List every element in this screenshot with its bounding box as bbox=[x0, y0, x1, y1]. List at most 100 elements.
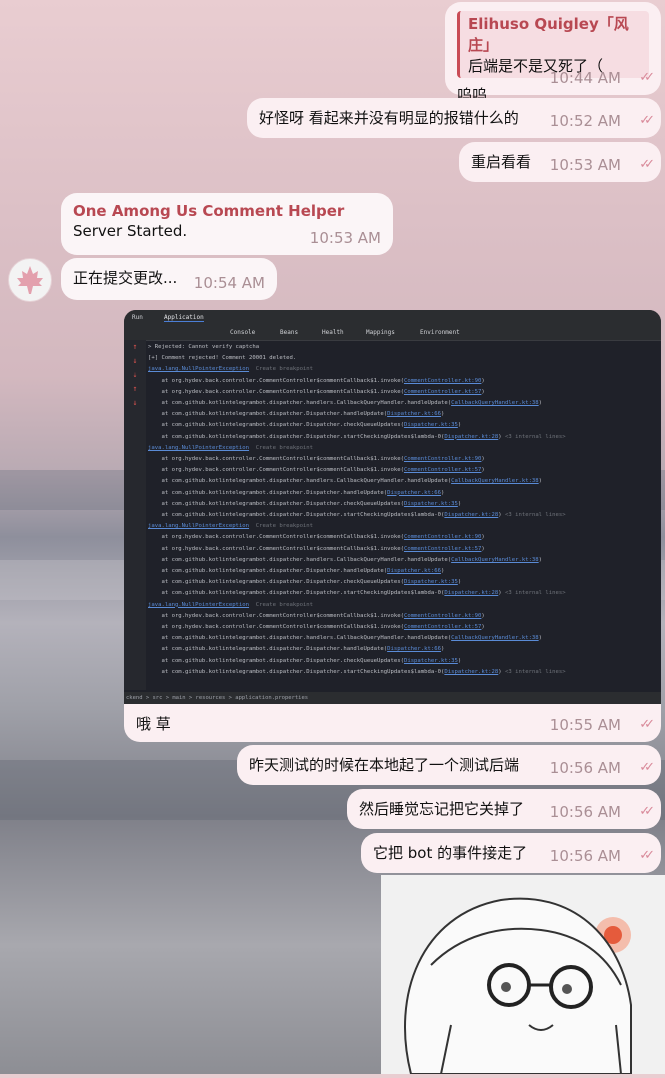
source-link[interactable]: CommentController.kt:57 bbox=[404, 624, 481, 630]
stack-frame-line: at com.github.kotlintelegrambot.dispatch… bbox=[148, 489, 445, 496]
source-link[interactable]: Dispatcher.kt:35 bbox=[404, 579, 458, 585]
source-link[interactable]: CallbackQueryHandler.kt:38 bbox=[451, 635, 539, 641]
internal-lines-fold[interactable]: <3 internal lines> bbox=[502, 590, 566, 596]
beans-tab: Beans bbox=[280, 329, 299, 336]
ide-breadcrumb: ckend > src > main > resources > applica… bbox=[124, 692, 661, 704]
source-link[interactable]: CallbackQueryHandler.kt:38 bbox=[451, 400, 539, 406]
source-link[interactable]: Dispatcher.kt:35 bbox=[404, 422, 458, 428]
exception-link[interactable]: java.lang.NullPointerException bbox=[148, 366, 249, 372]
source-link[interactable]: CommentController.kt:90 bbox=[404, 534, 481, 540]
message-time: 10:56 AM bbox=[549, 759, 621, 777]
read-checks-icon: ✓✓ bbox=[639, 157, 655, 172]
message-bubble[interactable]: 哦 草 10:55 AM ✓✓ bbox=[124, 704, 661, 742]
stack-frame-line: at com.github.kotlintelegrambot.dispatch… bbox=[148, 668, 566, 675]
source-link[interactable]: Dispatcher.kt:28 bbox=[444, 590, 498, 596]
message-text: 然后睡觉忘记把它关掉了 bbox=[359, 800, 525, 818]
side-icons: ↑ ↓ ⇣ ↑ ↓ bbox=[132, 342, 138, 407]
source-link[interactable]: Dispatcher.kt:28 bbox=[444, 512, 498, 518]
exception-line: java.lang.NullPointerException Create br… bbox=[148, 443, 651, 454]
sticker-image[interactable] bbox=[381, 875, 665, 1075]
maple-leaf-icon bbox=[17, 266, 43, 294]
ide-run-tabbar: Run Application bbox=[124, 310, 661, 326]
message-time: 10:56 AM bbox=[549, 803, 621, 821]
exception-line: java.lang.NullPointerException Create br… bbox=[148, 521, 651, 532]
read-checks-icon: ✓✓ bbox=[639, 848, 655, 863]
source-link[interactable]: Dispatcher.kt:28 bbox=[444, 434, 498, 440]
run-label: Run bbox=[132, 314, 143, 321]
message-text: 昨天测试的时候在本地起了一个测试后端 bbox=[249, 756, 520, 774]
read-checks-icon: ✓✓ bbox=[639, 70, 655, 85]
application-tab: Application bbox=[164, 314, 204, 322]
console-output: > Rejected: Cannot verify captcha [+] Com… bbox=[148, 342, 651, 690]
stack-frame-line: at org.hydev.back.controller.CommentCont… bbox=[148, 377, 485, 384]
source-link[interactable]: Dispatcher.kt:66 bbox=[387, 568, 441, 574]
message-time: 10:52 AM bbox=[549, 112, 621, 130]
console-tab: Console bbox=[230, 329, 256, 336]
read-checks-icon: ✓✓ bbox=[639, 717, 655, 732]
internal-lines-fold[interactable]: <3 internal lines> bbox=[502, 434, 566, 440]
message-bubble[interactable]: 重启看看 10:53 AM ✓✓ bbox=[459, 142, 661, 182]
stack-frame-line: at com.github.kotlintelegrambot.dispatch… bbox=[148, 400, 543, 407]
source-link[interactable]: CommentController.kt:90 bbox=[404, 456, 481, 462]
message-bubble[interactable]: 好怪呀 看起来并没有明显的报错什么的 10:52 AM ✓✓ bbox=[247, 98, 661, 138]
source-link[interactable]: CommentController.kt:90 bbox=[404, 613, 481, 619]
exception-link[interactable]: java.lang.NullPointerException bbox=[148, 602, 249, 608]
stack-frame-line: at com.github.kotlintelegrambot.dispatch… bbox=[148, 433, 566, 440]
source-link[interactable]: CommentController.kt:57 bbox=[404, 546, 481, 552]
message-time: 10:56 AM bbox=[549, 847, 621, 865]
source-link[interactable]: Dispatcher.kt:28 bbox=[444, 669, 498, 675]
stack-frame-line: at com.github.kotlintelegrambot.dispatch… bbox=[148, 411, 445, 418]
exception-link[interactable]: java.lang.NullPointerException bbox=[148, 523, 249, 529]
internal-lines-fold[interactable]: <3 internal lines> bbox=[502, 669, 566, 675]
message-time: 10:55 AM bbox=[549, 716, 621, 734]
message-bubble[interactable]: Elihuso Quigley「风庄」 后端是不是又死了（ 呜呜 10:44 A… bbox=[445, 2, 661, 104]
source-link[interactable]: CommentController.kt:57 bbox=[404, 389, 481, 395]
source-link[interactable]: Dispatcher.kt:35 bbox=[404, 501, 458, 507]
source-link[interactable]: CallbackQueryHandler.kt:38 bbox=[451, 557, 539, 563]
stack-frame-line: at com.github.kotlintelegrambot.dispatch… bbox=[148, 422, 462, 429]
environment-tab: Environment bbox=[420, 329, 460, 336]
source-link[interactable]: CallbackQueryHandler.kt:38 bbox=[451, 478, 539, 484]
stack-frame-line: at com.github.kotlintelegrambot.dispatch… bbox=[148, 657, 462, 664]
internal-lines-fold[interactable]: <3 internal lines> bbox=[502, 512, 566, 518]
message-bubble[interactable]: One Among Us Comment Helper Server Start… bbox=[61, 193, 393, 255]
source-link[interactable]: Dispatcher.kt:35 bbox=[404, 658, 458, 664]
sender-name[interactable]: One Among Us Comment Helper bbox=[73, 202, 381, 220]
message-bubble[interactable]: 然后睡觉忘记把它关掉了 10:56 AM ✓✓ bbox=[347, 789, 661, 829]
message-bubble[interactable]: 它把 bot 的事件接走了 10:56 AM ✓✓ bbox=[361, 833, 661, 873]
message-bubble[interactable]: 昨天测试的时候在本地起了一个测试后端 10:56 AM ✓✓ bbox=[237, 745, 661, 785]
stack-frame-line: at com.github.kotlintelegrambot.dispatch… bbox=[148, 512, 566, 519]
reply-quote[interactable]: Elihuso Quigley「风庄」 后端是不是又死了（ bbox=[457, 11, 649, 78]
create-breakpoint-link[interactable]: Create breakpoint bbox=[249, 602, 313, 608]
bot-avatar[interactable] bbox=[8, 258, 52, 302]
source-link[interactable]: Dispatcher.kt:66 bbox=[387, 490, 441, 496]
source-link[interactable]: CommentController.kt:57 bbox=[404, 467, 481, 473]
photo-caption: 哦 草 bbox=[136, 715, 171, 733]
stack-frame-line: at com.github.kotlintelegrambot.dispatch… bbox=[148, 556, 543, 563]
message-time: 10:44 AM bbox=[549, 69, 621, 87]
message-text: 它把 bot 的事件接走了 bbox=[373, 844, 528, 862]
ide-screenshot-photo[interactable]: Run Application Console Beans Health Map… bbox=[124, 310, 661, 704]
console-line: [+] Comment rejected! Comment 20001 dele… bbox=[148, 355, 297, 362]
stack-frame-line: at org.hydev.back.controller.CommentCont… bbox=[148, 624, 485, 631]
source-link[interactable]: CommentController.kt:90 bbox=[404, 378, 481, 384]
read-checks-icon: ✓✓ bbox=[639, 113, 655, 128]
stack-frame-line: at org.hydev.back.controller.CommentCont… bbox=[148, 388, 485, 395]
message-text: 好怪呀 看起来并没有明显的报错什么的 bbox=[259, 109, 519, 127]
ide-toolbar: Console Beans Health Mappings Environmen… bbox=[124, 326, 661, 341]
message-bubble[interactable]: 正在提交更改... 10:54 AM bbox=[61, 258, 277, 300]
create-breakpoint-link[interactable]: Create breakpoint bbox=[249, 445, 313, 451]
create-breakpoint-link[interactable]: Create breakpoint bbox=[249, 523, 313, 529]
source-link[interactable]: Dispatcher.kt:66 bbox=[387, 411, 441, 417]
create-breakpoint-link[interactable]: Create breakpoint bbox=[249, 366, 313, 372]
exception-link[interactable]: java.lang.NullPointerException bbox=[148, 445, 249, 451]
health-tab: Health bbox=[322, 329, 344, 336]
stack-frame-line: at com.github.kotlintelegrambot.dispatch… bbox=[148, 590, 566, 597]
stack-frame-line: at com.github.kotlintelegrambot.dispatch… bbox=[148, 478, 543, 485]
source-link[interactable]: Dispatcher.kt:66 bbox=[387, 646, 441, 652]
read-checks-icon: ✓✓ bbox=[639, 804, 655, 819]
reply-sender-name: Elihuso Quigley「风庄」 bbox=[468, 15, 629, 54]
stack-frame-line: at com.github.kotlintelegrambot.dispatch… bbox=[148, 635, 543, 642]
message-time: 10:53 AM bbox=[309, 229, 381, 247]
console-line: > Rejected: Cannot verify captcha bbox=[148, 344, 260, 350]
